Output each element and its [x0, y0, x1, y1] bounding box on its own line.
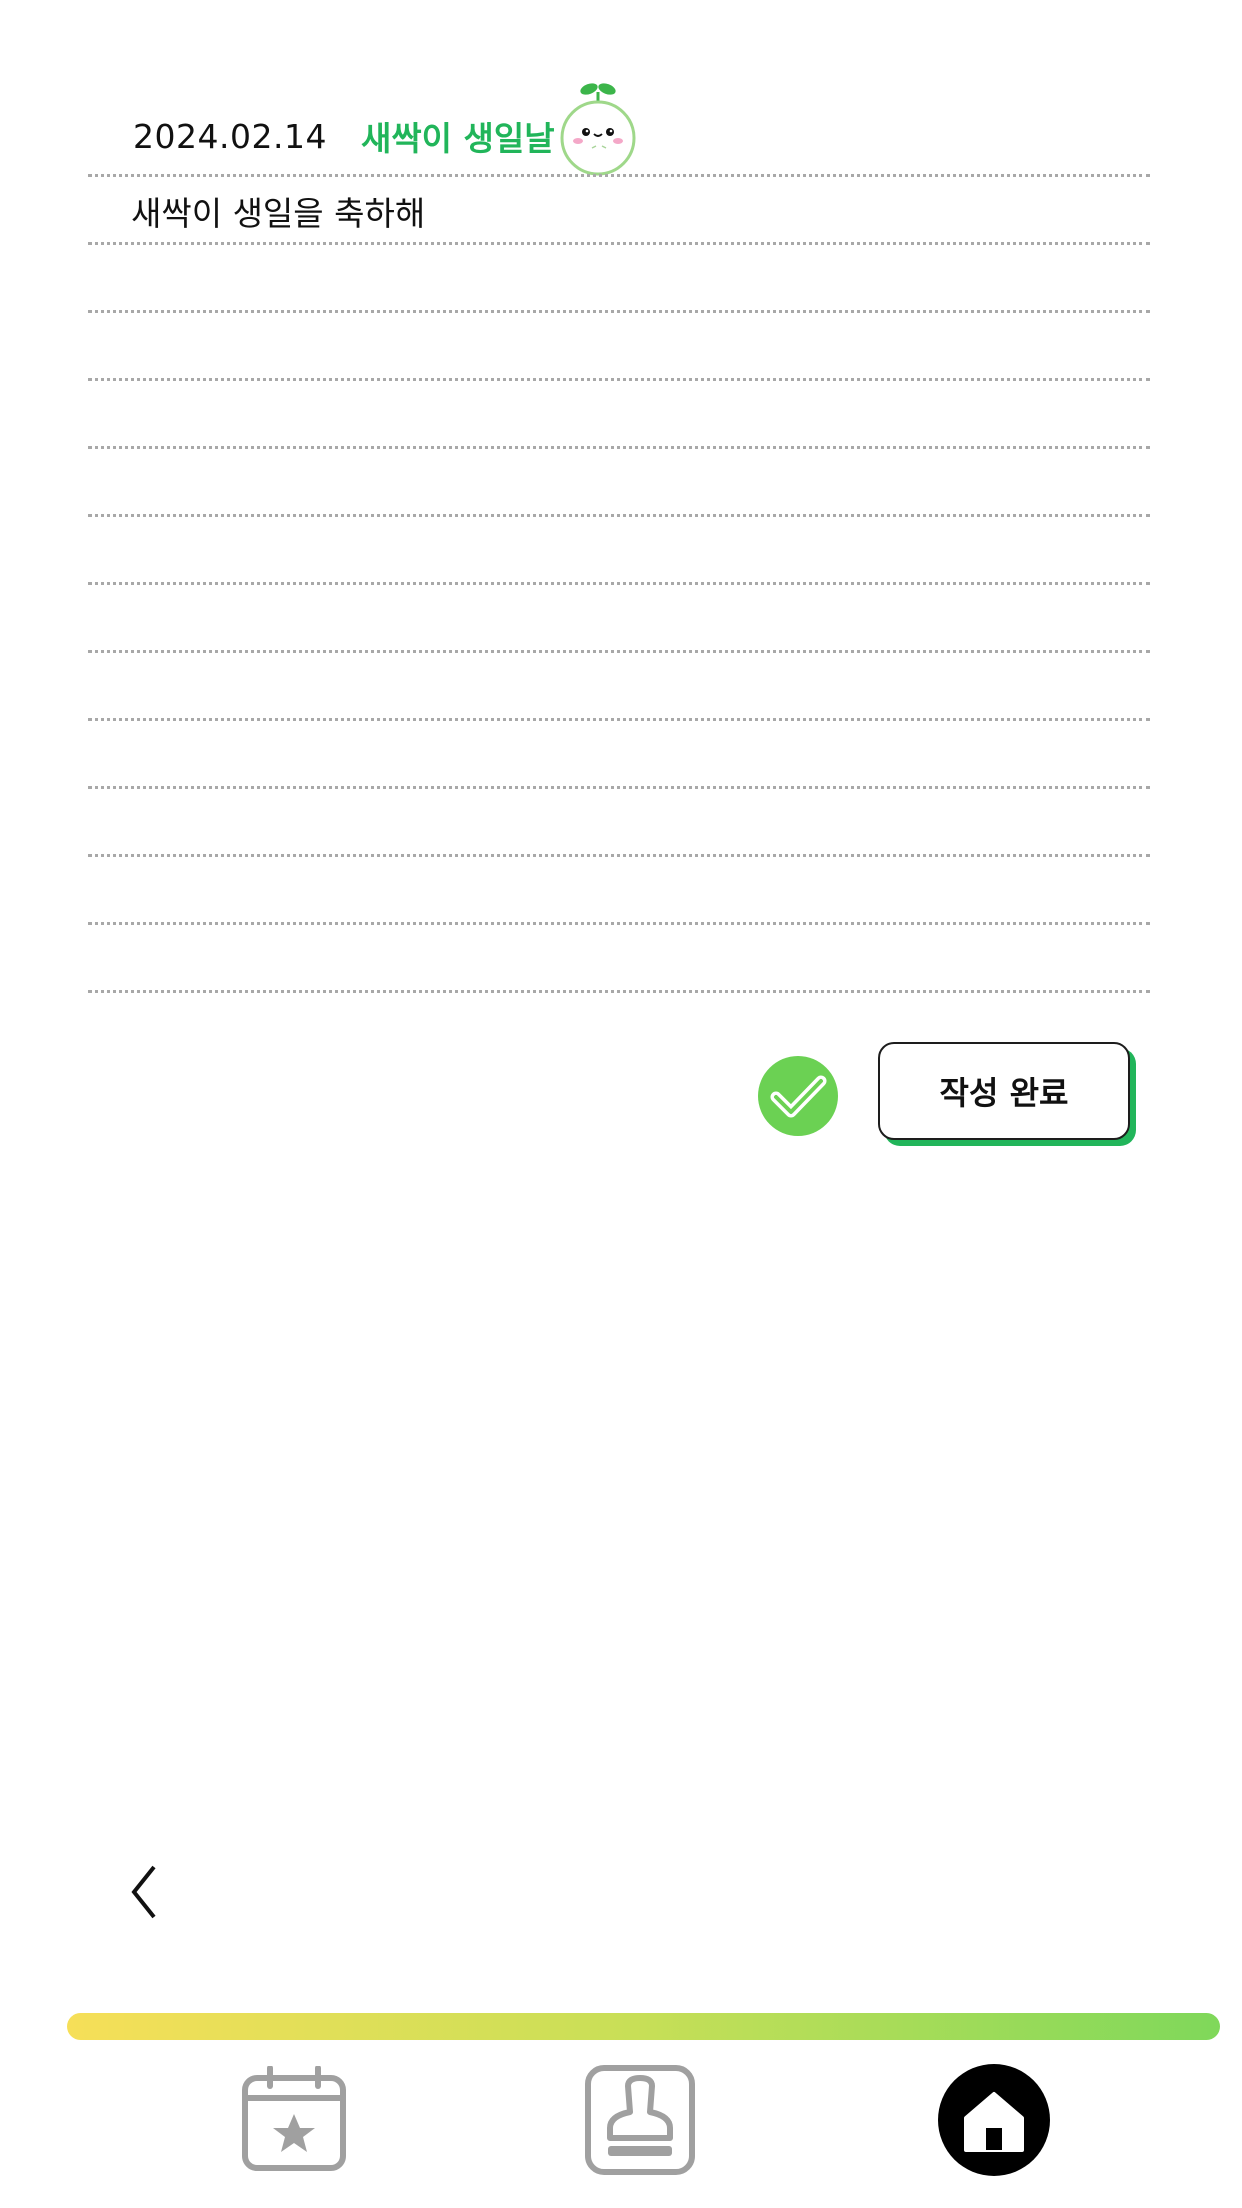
calendar-star-icon[interactable]: [240, 2066, 348, 2174]
check-circle-icon[interactable]: [758, 1056, 838, 1136]
home-icon[interactable]: [936, 2062, 1052, 2178]
done-button[interactable]: 작성 완료: [878, 1042, 1130, 1140]
diary-text-area[interactable]: 새싹이 생일을 축하해: [131, 187, 425, 235]
chevron-left-icon[interactable]: [124, 1862, 164, 1922]
entry-title: 새싹이 생일날: [360, 119, 555, 158]
stamp-icon[interactable]: [584, 2064, 696, 2176]
diary-header: 2024.02.14 새싹이 생일날: [133, 110, 555, 162]
entry-date: 2024.02.14: [133, 116, 327, 156]
progress-gradient-bar: [67, 2013, 1220, 2040]
sprout-mascot-icon: [560, 83, 636, 176]
